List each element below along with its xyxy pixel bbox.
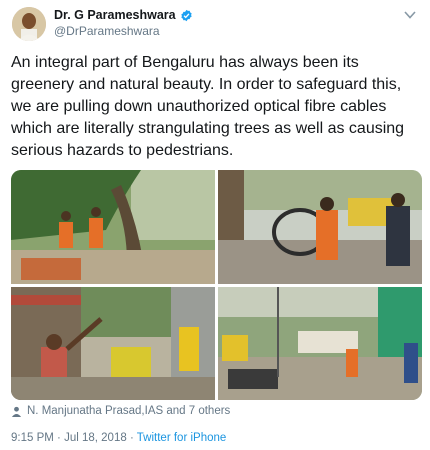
author-name-row[interactable]: Dr. G Parameshwara xyxy=(54,8,193,22)
verified-badge-icon xyxy=(180,9,192,21)
tweet-meta: 9:15 PM · Jul 18, 2018 · Twitter for iPh… xyxy=(11,432,226,444)
meta-separator: · xyxy=(57,432,61,444)
photo-1[interactable] xyxy=(11,170,215,284)
tagged-users-text[interactable]: N. Manjunatha Prasad,IAS and 7 others xyxy=(27,405,230,417)
display-name[interactable]: Dr. G Parameshwara xyxy=(54,8,176,22)
tweet-card: Dr. G Parameshwara @DrParameshwara An in… xyxy=(0,0,430,450)
person-icon xyxy=(11,406,22,417)
tweet-time[interactable]: 9:15 PM xyxy=(11,432,54,444)
meta-separator: · xyxy=(129,432,134,444)
media-grid xyxy=(11,170,422,400)
tweet-date[interactable]: Jul 18, 2018 xyxy=(64,432,127,444)
tweet-source[interactable]: Twitter for iPhone xyxy=(137,432,226,444)
tagged-users[interactable]: N. Manjunatha Prasad,IAS and 7 others xyxy=(11,405,230,417)
chevron-down-icon[interactable] xyxy=(404,10,416,20)
avatar[interactable] xyxy=(12,7,46,41)
photo-2[interactable] xyxy=(218,170,422,284)
photo-3[interactable] xyxy=(11,287,215,400)
author-handle[interactable]: @DrParameshwara xyxy=(54,24,160,38)
tweet-text: An integral part of Bengaluru has always… xyxy=(11,54,405,159)
photo-4[interactable] xyxy=(218,287,422,400)
